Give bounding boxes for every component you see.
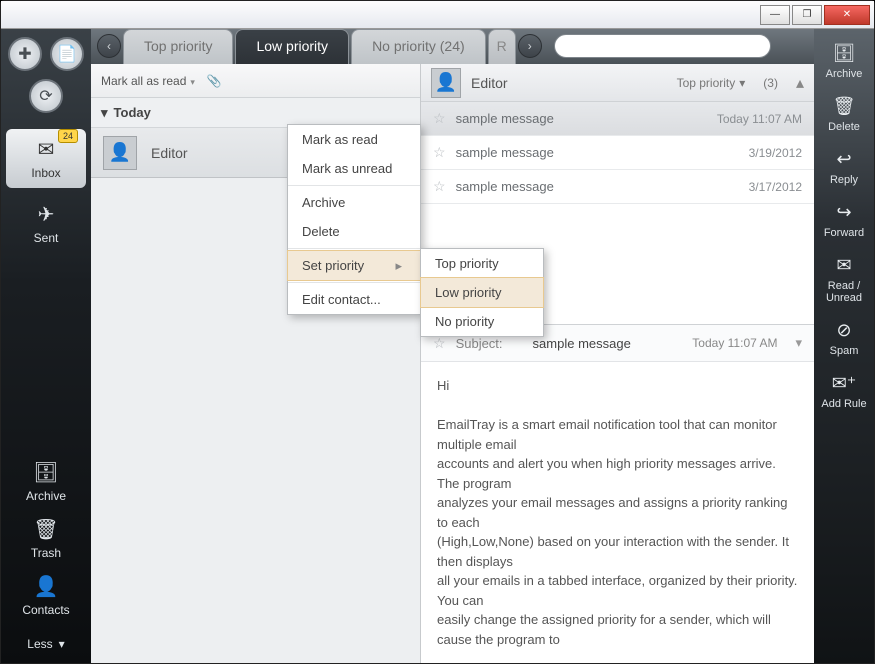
nav-less-label: Less — [27, 637, 52, 651]
chevron-down-icon: ▾ — [59, 637, 65, 651]
preview-subject: sample message — [533, 336, 683, 351]
tab-low-priority[interactable]: Low priority — [235, 29, 349, 64]
thread-panel: 👤 Editor Top priority▾ (3) ▴ ☆sample mes… — [421, 64, 814, 663]
nav-trash-label: Trash — [31, 546, 61, 560]
forward-icon: ↪ — [824, 202, 864, 223]
titlebar: — ❐ ✕ — [1, 1, 874, 29]
nav-contacts-label: Contacts — [22, 603, 69, 617]
message-row[interactable]: ☆ sample message 3/19/2012 — [421, 136, 814, 170]
tab-no-priority[interactable]: No priority (24) — [351, 29, 486, 64]
nav-inbox-label: Inbox — [31, 166, 60, 180]
close-button[interactable]: ✕ — [824, 5, 870, 25]
message-row[interactable]: ☆ sample message Today 11:07 AM — [421, 102, 814, 136]
collapse-icon[interactable]: ▴ — [796, 73, 804, 93]
search-input[interactable] — [554, 34, 771, 58]
submenu-top-priority[interactable]: Top priority — [421, 249, 543, 278]
action-spam[interactable]: ⊘Spam — [830, 320, 859, 357]
preview-date: Today 11:07 AM — [692, 336, 777, 350]
list-toolbar: Mark all as read▾ 📎 — [91, 64, 420, 98]
star-icon[interactable]: ☆ — [433, 335, 446, 352]
submenu-low-priority[interactable]: Low priority — [421, 278, 543, 307]
menu-set-priority[interactable]: Set priority Top priority Low priority N… — [288, 251, 420, 280]
message-subject: sample message — [456, 145, 739, 160]
trash-icon: 🗑 — [828, 96, 860, 117]
nav-contacts[interactable]: 👤 Contacts — [6, 574, 86, 617]
maximize-button[interactable]: ❐ — [792, 5, 822, 25]
archive-icon: 🗄 — [6, 460, 86, 485]
chevron-down-icon: ▾ — [101, 105, 108, 121]
thread-contact-name: Editor — [471, 75, 667, 91]
nav-less[interactable]: Less ▾ — [27, 637, 64, 651]
reply-icon: ↩ — [830, 149, 858, 170]
submenu-no-priority[interactable]: No priority — [421, 307, 543, 336]
trash-icon: 🗑 — [6, 517, 86, 542]
message-date: Today 11:07 AM — [717, 112, 802, 126]
star-icon[interactable]: ☆ — [433, 144, 446, 161]
page-icon: 📄 — [57, 44, 77, 64]
mark-all-read-button[interactable]: Mark all as read▾ — [101, 74, 195, 88]
preview-body: HiEmailTray is a smart email notificatio… — [421, 362, 814, 663]
nav-sidebar: ✚ 📄 ⟳ ✉ 24 Inbox ✈ Sent 🗄 Archive 🗑 Tras… — [1, 29, 91, 663]
menu-mark-read[interactable]: Mark as read — [288, 125, 420, 154]
action-sidebar: 🗄Archive 🗑Delete ↩Reply ↪Forward ✉Read /… — [814, 29, 874, 663]
message-subject: sample message — [456, 179, 739, 194]
action-read-unread[interactable]: ✉Read / Unread — [814, 255, 874, 304]
refresh-button[interactable]: ⟳ — [29, 79, 63, 113]
context-menu: Mark as read Mark as unread Archive Dele… — [287, 124, 421, 315]
refresh-icon: ⟳ — [39, 86, 52, 106]
chevron-down-icon[interactable]: ▾ — [795, 335, 802, 351]
priority-tabbar: ‹ Top priority Low priority No priority … — [91, 29, 814, 64]
tab-top-priority[interactable]: Top priority — [123, 29, 233, 64]
compose-icon: ✚ — [18, 44, 31, 64]
archive-icon: 🗄 — [826, 43, 863, 64]
message-date: 3/19/2012 — [749, 146, 802, 160]
menu-mark-unread[interactable]: Mark as unread — [288, 154, 420, 183]
person-icon: 👤 — [6, 574, 86, 599]
section-today-label: Today — [114, 105, 151, 120]
menu-edit-contact[interactable]: Edit contact... — [288, 285, 420, 314]
minimize-button[interactable]: — — [760, 5, 790, 25]
inbox-badge: 24 — [58, 129, 78, 143]
message-subject: sample message — [456, 111, 707, 126]
spam-icon: ⊘ — [830, 320, 859, 341]
tabs-next[interactable]: › — [518, 34, 542, 58]
thread-priority-dropdown[interactable]: Top priority▾ — [677, 76, 746, 90]
chevron-down-icon: ▾ — [739, 76, 745, 90]
compose-button[interactable]: ✚ — [8, 37, 42, 71]
tab-truncated[interactable]: R — [488, 29, 516, 64]
nav-sent[interactable]: ✈ Sent — [6, 202, 86, 245]
action-forward[interactable]: ↪Forward — [824, 202, 864, 239]
message-row[interactable]: ☆ sample message 3/17/2012 — [421, 170, 814, 204]
tabs-prev[interactable]: ‹ — [97, 34, 121, 58]
action-reply[interactable]: ↩Reply — [830, 149, 858, 186]
attachment-filter-icon[interactable]: 📎 — [207, 74, 222, 88]
rule-icon: ✉⁺ — [821, 373, 866, 394]
envelope-icon: ✉ — [814, 255, 874, 276]
nav-trash[interactable]: 🗑 Trash — [6, 517, 86, 560]
priority-submenu: Top priority Low priority No priority — [420, 248, 544, 337]
thread-header: 👤 Editor Top priority▾ (3) ▴ — [421, 64, 814, 102]
star-icon[interactable]: ☆ — [433, 110, 446, 127]
menu-delete[interactable]: Delete — [288, 217, 420, 246]
nav-archive[interactable]: 🗄 Archive — [6, 460, 86, 503]
action-add-rule[interactable]: ✉⁺Add Rule — [821, 373, 866, 410]
settings-button[interactable]: 📄 — [50, 37, 84, 71]
action-archive[interactable]: 🗄Archive — [826, 43, 863, 80]
avatar: 👤 — [431, 68, 461, 98]
contact-name: Editor — [151, 145, 188, 161]
action-delete[interactable]: 🗑Delete — [828, 96, 860, 133]
app-window: — ❐ ✕ ✚ 📄 ⟳ ✉ 24 Inbox ✈ Sent 🗄 — [0, 0, 875, 664]
nav-archive-label: Archive — [26, 489, 66, 503]
main-panel: ‹ Top priority Low priority No priority … — [91, 29, 814, 663]
avatar: 👤 — [103, 136, 137, 170]
nav-inbox[interactable]: ✉ 24 Inbox — [6, 129, 86, 188]
subject-label: Subject: — [456, 336, 503, 351]
nav-sent-label: Sent — [34, 231, 59, 245]
menu-archive[interactable]: Archive — [288, 188, 420, 217]
thread-count: (3) — [763, 76, 778, 90]
sent-icon: ✈ — [6, 202, 86, 227]
star-icon[interactable]: ☆ — [433, 178, 446, 195]
message-date: 3/17/2012 — [749, 180, 802, 194]
